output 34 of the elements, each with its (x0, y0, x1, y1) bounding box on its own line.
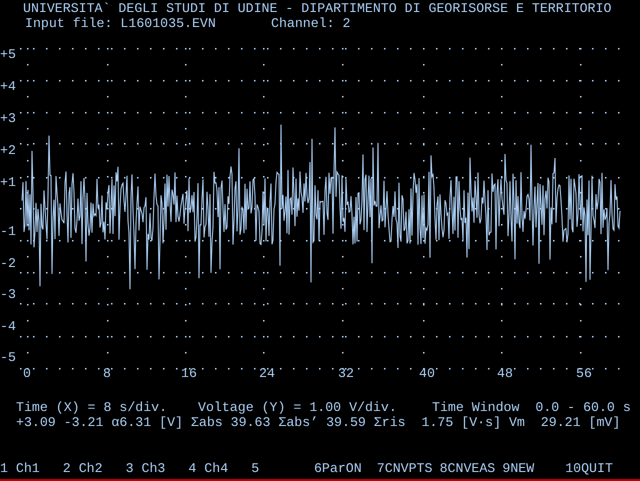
function-key[interactable]: 8CNVEAS (440, 461, 502, 476)
function-key[interactable]: 5 (251, 461, 314, 476)
time-window-text: Time Window 0.0 - 60.0 s (432, 400, 631, 415)
y-axis-label: -1 (0, 225, 16, 239)
x-axis-label: 56 (576, 367, 592, 381)
y-axis-label: -3 (0, 288, 16, 302)
function-key[interactable]: 1 Ch1 (0, 461, 63, 476)
y-axis-label: +3 (0, 112, 16, 126)
statistics-text: +3.09 -3.21 α6.31 [V] Σabs 39.63 Σabs’ 39.59 Σris 1.75 [V·s] Vm 29.21 [mV] (16, 415, 622, 430)
time-scale-text: Time (X) = 8 s/div. (16, 400, 168, 415)
x-axis-label: 24 (259, 367, 275, 381)
x-axis-label: 48 (497, 367, 513, 381)
function-key[interactable]: 9NEW (502, 461, 566, 476)
y-axis-label: -4 (0, 320, 16, 334)
function-key[interactable]: 10QUIT (565, 461, 628, 476)
y-axis-label: -2 (0, 256, 16, 270)
y-axis-label: +1 (0, 176, 16, 190)
y-axis-label: +2 (0, 144, 16, 158)
function-key[interactable]: 3 Ch3 (126, 461, 188, 476)
x-axis-label: 32 (338, 367, 354, 381)
input-file-label: Input file: L1601035.EVN (25, 16, 217, 31)
function-key[interactable]: 7CNVPTS (376, 461, 440, 476)
voltage-scale-text: Voltage (Y) = 1.00 V/div. (198, 400, 398, 415)
function-key[interactable]: 2 Ch2 (62, 461, 126, 476)
header-title: UNIVERSITA` DEGLI STUDI DI UDINE - DIPARTIMENTO DI GEORISORSE E TERRITORIO (23, 1, 612, 16)
x-axis-label: 8 (103, 367, 111, 381)
x-axis-label: 16 (181, 367, 197, 381)
y-axis-label: +5 (0, 48, 16, 62)
y-axis-label: -5 (0, 351, 16, 365)
y-axis-label: +4 (0, 80, 16, 94)
x-axis-label: 40 (419, 367, 435, 381)
function-key[interactable]: 6ParON (314, 461, 377, 476)
channel-label: Channel: 2 (271, 16, 351, 31)
function-key[interactable]: 4 Ch4 (188, 461, 252, 476)
